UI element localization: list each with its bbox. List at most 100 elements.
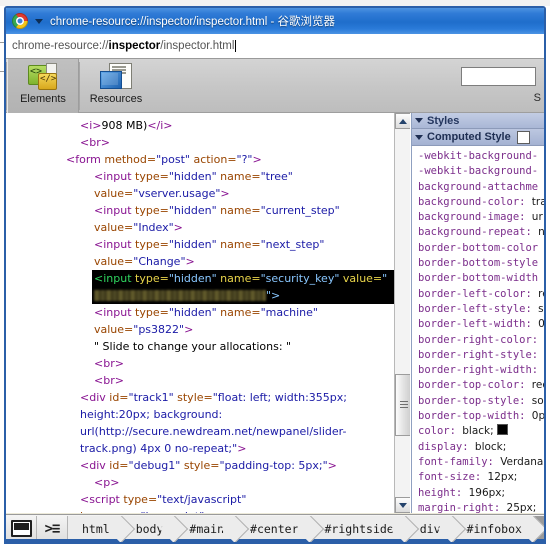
dom-tree-line[interactable]: <p>	[6, 474, 410, 491]
dom-tree-line[interactable]: <script type="text/javascript" language=…	[6, 491, 410, 513]
style-property[interactable]: border-right-width: 0	[418, 363, 544, 378]
breadcrumb-item-rightside[interactable]: #rightside	[310, 515, 406, 542]
console-toggle-icon[interactable]: >≡	[37, 515, 68, 542]
computed-style-header[interactable]: Computed Style	[412, 129, 544, 146]
style-property[interactable]: background-color: tra	[418, 195, 544, 210]
dom-tree-line[interactable]: <i>908 MB)</i>	[6, 117, 410, 134]
tab-elements-label: Elements	[20, 93, 66, 105]
style-property[interactable]: -webkit-background-	[418, 149, 544, 164]
style-property[interactable]: border-top-color: red	[418, 378, 544, 393]
style-property-value: block;	[474, 440, 507, 453]
dom-tree-line[interactable]: <input type="hidden" name="tree" value="…	[6, 168, 410, 202]
style-property-name: -webkit-background-	[418, 150, 539, 162]
token-attr: language=	[80, 510, 140, 513]
style-property[interactable]: background-image: ur	[418, 210, 544, 225]
dom-tree-line[interactable]: " Slide to change your allocations: "	[6, 338, 410, 355]
token-quote: "	[382, 272, 388, 285]
style-property-name: border-left-style:	[418, 302, 539, 315]
style-property[interactable]: height: 196px;	[418, 486, 544, 501]
dom-tree-line[interactable]: <input type="hidden" name="current_step"…	[6, 202, 410, 236]
search-input[interactable]	[462, 69, 535, 87]
token-attr: name=	[220, 272, 261, 285]
dom-line-selected: <input type="hidden" name="security_key"…	[92, 270, 410, 304]
dom-tree-line[interactable]: <input type="hidden" name="next_step" va…	[6, 236, 410, 270]
dom-line-content: <i>908 MB)</i>	[80, 119, 173, 132]
breadcrumb: html body #main #center #rightside div #infobo…	[68, 515, 544, 542]
dom-line-content: <input type="hidden" name="current_step"…	[94, 204, 343, 234]
token-tag: >	[184, 323, 194, 336]
dock-toggle-icon[interactable]	[6, 515, 37, 542]
styles-pane[interactable]: Styles Computed Style -webkit-background…	[411, 113, 544, 513]
style-property[interactable]: border-bottom-width	[418, 271, 544, 286]
style-property[interactable]: display: block;	[418, 440, 544, 455]
token-val: "next_step"	[260, 238, 328, 251]
token-val: "?"	[236, 153, 253, 166]
style-property[interactable]: font-family: Verdana;	[418, 455, 544, 470]
style-property[interactable]: -webkit-background-	[418, 164, 544, 179]
dom-tree-line[interactable]: <br>	[6, 355, 410, 372]
style-property-name: border-bottom-style	[418, 257, 539, 270]
style-property[interactable]: color: black;	[418, 424, 544, 439]
token-attr: value=	[94, 187, 134, 200]
token-tag: <input	[94, 204, 136, 217]
styles-collapse-caret-icon[interactable]	[415, 118, 423, 123]
token-tag: <br>	[80, 136, 110, 149]
dom-vertical-scrollbar[interactable]	[394, 113, 410, 513]
style-property[interactable]: font-size: 12px;	[418, 470, 544, 485]
dom-tree-line[interactable]: <input type="hidden" name="machine" valu…	[6, 304, 410, 338]
style-property-name: font-size:	[418, 471, 488, 484]
style-property-value: 25px;	[506, 501, 537, 513]
window-title: chrome-resource://inspector/inspector.ht…	[50, 16, 336, 28]
tab-resources[interactable]: Resources	[80, 59, 152, 113]
tab-resources-label: Resources	[89, 93, 143, 105]
resources-icon	[100, 63, 132, 91]
show-inherited-checkbox[interactable]	[516, 130, 530, 144]
dom-tree-line[interactable]: <div id="track1" style="float: left; wid…	[6, 389, 410, 457]
dom-tree-line[interactable]: <input type="hidden" name="security_key"…	[6, 270, 410, 304]
style-property[interactable]: border-top-width: 0p	[418, 409, 544, 424]
token-attr: id=	[109, 459, 129, 472]
dom-tree-line[interactable]: <br>	[6, 372, 410, 389]
dom-line-content: <p>	[94, 476, 119, 489]
style-property[interactable]: border-left-style: soli	[418, 302, 544, 317]
style-property[interactable]: border-bottom-style	[418, 256, 544, 271]
token-tag: >	[220, 187, 230, 200]
url-bar[interactable]: chrome-resource://inspector/inspector.ht…	[6, 34, 544, 59]
scroll-down-arrow-icon[interactable]	[395, 497, 410, 513]
dom-tree-line[interactable]: <br>	[6, 134, 410, 151]
styles-section-header[interactable]: Styles	[412, 113, 544, 129]
token-val: "current_step"	[260, 204, 344, 217]
style-property-value: black;	[462, 425, 494, 438]
token-attr: type=	[135, 306, 169, 319]
tab-elements[interactable]: <> </> Elements	[7, 59, 79, 113]
token-attr: name=	[220, 238, 261, 251]
token-tag: <div	[80, 391, 110, 404]
style-property[interactable]: border-top-style: soli	[418, 394, 544, 409]
style-property[interactable]: border-bottom-color	[418, 241, 544, 256]
scroll-up-arrow-icon[interactable]	[395, 113, 410, 129]
scrollbar-track[interactable]	[395, 129, 410, 497]
search-input-wrap[interactable]	[461, 67, 536, 87]
style-property[interactable]: background-attachme	[418, 180, 544, 195]
token-val: "tree"	[260, 170, 297, 183]
window-bottom-edge	[6, 539, 544, 542]
style-property-value: red	[538, 287, 544, 300]
dom-line-content: <div id="track1" style="float: left; wid…	[80, 391, 350, 455]
dom-tree-pane[interactable]: <i>908 MB)</i> <br> <form method="post" ac…	[6, 113, 411, 513]
styles-header-label: Styles	[427, 114, 460, 127]
style-property-value: red	[531, 379, 544, 392]
dom-tree-line[interactable]: <div id="debug1" style="padding-top: 5px…	[6, 457, 410, 474]
style-property[interactable]: margin-right: 25px;	[418, 501, 544, 513]
style-property[interactable]: border-right-style: so	[418, 348, 544, 363]
style-property[interactable]: background-repeat: n	[418, 225, 544, 240]
style-property[interactable]: border-left-width: 0p	[418, 317, 544, 332]
url-suffix: /inspector.html	[160, 40, 235, 52]
style-property[interactable]: border-right-color: re	[418, 333, 544, 348]
title-dropdown-caret-icon[interactable]	[35, 18, 43, 24]
breadcrumb-item-html[interactable]: html	[68, 515, 122, 542]
toolbar-stray-label: S	[533, 92, 541, 104]
computed-style-caret-icon[interactable]	[415, 134, 423, 140]
dom-tree-line[interactable]: <form method="post" action="?">	[6, 151, 410, 168]
style-property[interactable]: border-left-color: red	[418, 287, 544, 302]
scrollbar-thumb[interactable]	[395, 374, 410, 436]
